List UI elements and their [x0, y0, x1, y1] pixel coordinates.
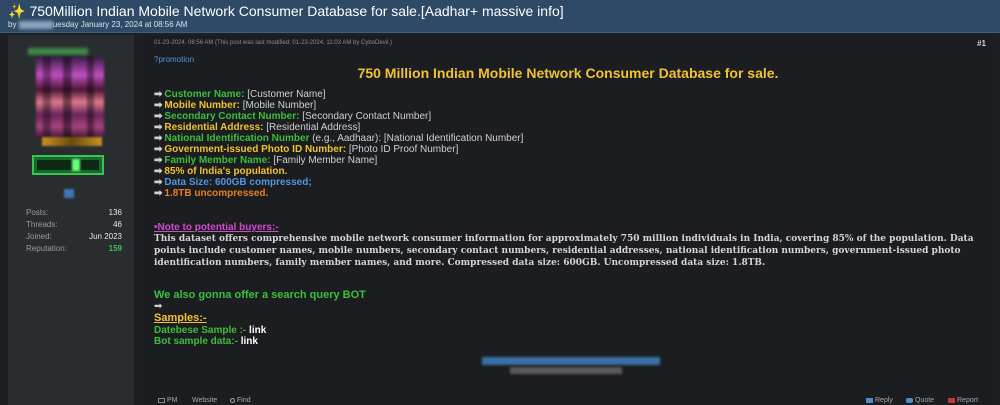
pm-button[interactable]: PM — [158, 397, 178, 404]
website-button[interactable]: Website — [192, 397, 217, 404]
field-row: ➡ Secondary Contact Number: [Secondary Co… — [154, 111, 523, 122]
field-label: 1.8TB uncompressed. — [164, 188, 269, 199]
bot-sample-link[interactable]: link — [241, 336, 258, 347]
arrow-icon: ➡ — [154, 133, 163, 144]
author-panel: Posts: 136 Threads: 46 Joined: Jun 2023 Rep… — [8, 35, 134, 405]
find-button[interactable]: Find — [230, 397, 251, 404]
rank-badge — [42, 137, 102, 146]
report-button[interactable]: Report — [948, 397, 978, 404]
post-date: 01-23-2024, 08:56 AM (This post was last… — [154, 40, 393, 46]
author-name-link[interactable] — [18, 20, 53, 29]
thread-title: ✨ 750Million Indian Mobile Network Consum… — [8, 4, 992, 19]
samples-heading: Samples:- — [154, 312, 207, 324]
arrow-icon: ➡ — [154, 155, 163, 166]
field-row: ➡ 85% of India's population. — [154, 166, 523, 177]
field-row: ➡ Customer Name: [Customer Name] — [154, 89, 523, 100]
bot-offer-text: We also gonna offer a search query BOT — [154, 289, 366, 301]
post-body: 01-23-2024, 08:56 AM (This post was last… — [144, 35, 992, 405]
arrow-icon: ➡ — [154, 144, 163, 155]
field-row: ➡ Data Size: 600GB compressed; — [154, 177, 523, 188]
post-number-link[interactable]: #1 — [977, 39, 986, 48]
field-label: Customer Name: — [164, 89, 245, 100]
arrow-icon: ➡ — [154, 100, 163, 111]
note-title: •Note to potential buyers:- — [154, 222, 279, 233]
stat-threads: Threads: 46 — [26, 220, 122, 229]
field-row: ➡ Family Member Name: [Family Member Name… — [154, 155, 523, 166]
field-value: [Residential Address] — [266, 122, 361, 133]
arrow-icon: ➡ — [154, 89, 163, 100]
thread-date: uesday January 23, 2024 at 08:56 AM — [52, 20, 188, 29]
arrow-icon: ➡ — [154, 111, 163, 122]
reply-icon — [866, 397, 873, 403]
field-label: Government-issued Photo ID Number: — [164, 144, 347, 155]
arrow-icon: ➡ — [154, 166, 163, 177]
field-row: ➡ Residential Address: [Residential Addre… — [154, 122, 523, 133]
flag-icon — [948, 397, 955, 403]
field-label: Secondary Contact Number: — [164, 111, 300, 122]
stat-posts: Posts: 136 — [26, 208, 122, 217]
field-list: ➡ Customer Name: [Customer Name] ➡ Mobile N… — [154, 89, 523, 199]
signature-subtext — [510, 367, 622, 374]
field-label: Data Size: 600GB compressed; — [164, 177, 312, 188]
field-row: ➡ 1.8TB uncompressed. — [154, 188, 523, 199]
post-heading: 750 Million Indian Mobile Network Consum… — [357, 65, 779, 81]
arrow-icon: ➡ — [154, 188, 163, 199]
stat-reputation: Reputation: 159 — [26, 244, 122, 253]
sparkles-icon: ✨ — [8, 3, 26, 19]
description-text: This dataset offers comprehensive mobile… — [154, 234, 974, 268]
field-value: [Family Member Name] — [273, 155, 378, 166]
thread-meta: by uesday January 23, 2024 at 08:56 AM — [8, 20, 992, 29]
field-value: [Customer Name] — [247, 89, 326, 100]
stat-joined: Joined: Jun 2023 — [26, 232, 122, 241]
field-value: [Photo ID Proof Number] — [348, 144, 459, 155]
arrow-icon: ➡ — [154, 177, 163, 188]
reply-button[interactable]: Reply — [866, 397, 893, 404]
thread-header: ✨ 750Million Indian Mobile Network Consum… — [0, 0, 1000, 33]
userbar-badge — [32, 155, 104, 175]
database-sample-link[interactable]: link — [249, 325, 266, 336]
field-row: ➡ Government-issued Photo ID Number: [Pho… — [154, 144, 523, 155]
user-star-icon — [64, 189, 74, 198]
field-value: [Secondary Contact Number] — [302, 111, 432, 122]
arrow-icon: ➡ — [154, 122, 163, 133]
thread-title-text: 750Million Indian Mobile Network Consume… — [29, 3, 564, 19]
quote-icon — [906, 397, 913, 403]
field-label: National Identification Number — [164, 133, 310, 144]
promotion-link[interactable]: ?promotion — [154, 55, 194, 64]
field-label: Residential Address: — [164, 122, 264, 133]
arrow-icon: ➡ — [154, 301, 163, 312]
field-value: (e.g., Aadhaar): [National Identificatio… — [312, 133, 524, 144]
field-label: Family Member Name: — [164, 155, 271, 166]
field-row: ➡ National Identification Number (e.g., A… — [154, 133, 523, 144]
field-value: [Mobile Number] — [242, 100, 317, 111]
database-sample-row: Datebese Sample :- link — [154, 325, 267, 336]
signature-link[interactable] — [482, 357, 660, 365]
envelope-icon — [158, 397, 165, 403]
field-label: Mobile Number: — [164, 100, 240, 111]
field-row: ➡ Mobile Number: [Mobile Number] — [154, 100, 523, 111]
quote-button[interactable]: Quote — [906, 397, 934, 404]
by-label: by — [8, 20, 17, 29]
search-icon — [230, 397, 235, 403]
avatar[interactable] — [36, 57, 104, 139]
field-label: 85% of India's population. — [164, 166, 288, 177]
author-username[interactable] — [28, 48, 88, 55]
post-footer: PM Website Find Reply Quote Report — [154, 397, 984, 405]
bot-sample-row: Bot sample data:- link — [154, 336, 258, 347]
